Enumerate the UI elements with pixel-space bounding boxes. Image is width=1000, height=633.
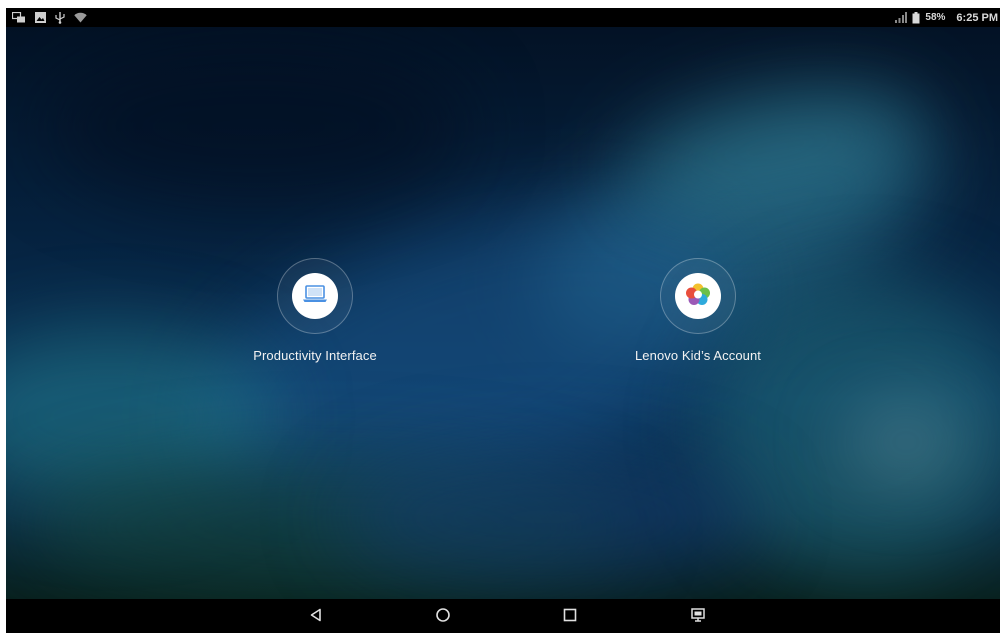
- home-button[interactable]: [433, 607, 453, 627]
- battery-icon: [912, 11, 920, 24]
- lenovo-kids-account-label: Lenovo Kid’s Account: [634, 348, 762, 363]
- recents-icon: [563, 608, 577, 627]
- back-button[interactable]: [306, 607, 326, 627]
- signal-icon: [894, 12, 908, 23]
- lenovo-kids-account-option[interactable]: Lenovo Kid’s Account: [598, 258, 798, 363]
- navigation-bar: [6, 599, 1000, 633]
- clock: 6:25 PM: [956, 11, 998, 24]
- home-icon: [435, 607, 451, 628]
- battery-percent: 58%: [925, 12, 946, 23]
- status-bar: 58% 6:25 PM: [6, 8, 1000, 27]
- wifi-icon: [74, 12, 87, 23]
- productivity-icon-ring[interactable]: [277, 258, 353, 334]
- recents-button[interactable]: [560, 607, 580, 627]
- tablet-screen: 58% 6:25 PM Productivity Interface Lenov…: [6, 8, 1000, 633]
- productivity-interface-label: Productivity Interface: [253, 348, 377, 363]
- wallpaper: [6, 27, 1000, 599]
- laptop-icon: [302, 284, 328, 308]
- notification-icons: [12, 10, 87, 25]
- usb-icon: [55, 11, 65, 24]
- kids-icon-ring[interactable]: [660, 258, 736, 334]
- productivity-icon-disc: [292, 273, 338, 319]
- screen-cast-button[interactable]: [688, 607, 708, 627]
- image-notification-icon: [35, 12, 46, 23]
- productivity-interface-option[interactable]: Productivity Interface: [215, 258, 415, 363]
- back-icon: [309, 608, 323, 627]
- system-status: 58% 6:25 PM: [894, 10, 998, 25]
- screen-cast-icon: [691, 607, 705, 627]
- kids-icon-disc: [675, 273, 721, 319]
- screen-mirror-icon: [12, 11, 26, 24]
- kids-flower-icon: [684, 281, 712, 312]
